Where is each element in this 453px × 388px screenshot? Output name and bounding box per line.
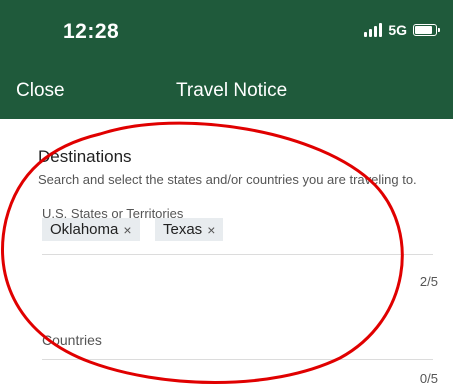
destinations-heading: Destinations: [38, 147, 132, 166]
close-button[interactable]: Close: [16, 80, 65, 102]
destinations-instructions: Search and select the states and/or coun…: [38, 172, 417, 187]
chip-label: Oklahoma: [50, 221, 119, 238]
app-header: 12:28 5G Close Travel Notice: [0, 0, 453, 119]
battery-icon: [413, 24, 440, 36]
signal-icon: [364, 23, 383, 37]
battery-fill: [415, 26, 432, 34]
countries-field-label[interactable]: Countries: [42, 332, 102, 348]
remove-texas-icon[interactable]: ×: [207, 222, 215, 238]
countries-input-underline[interactable]: [42, 359, 433, 360]
state-chip-texas: Texas ×: [155, 218, 224, 241]
chip-label: Texas: [163, 221, 203, 238]
status-indicators: 5G: [364, 22, 440, 38]
remove-oklahoma-icon[interactable]: ×: [123, 222, 131, 238]
state-chip-oklahoma: Oklahoma ×: [42, 218, 140, 241]
network-type: 5G: [388, 22, 407, 38]
states-input-underline[interactable]: [42, 254, 433, 255]
page-title: Travel Notice: [176, 80, 288, 101]
states-counter: 2/5: [419, 274, 438, 289]
countries-counter: 0/5: [419, 371, 438, 386]
status-time: 12:28: [63, 20, 120, 43]
